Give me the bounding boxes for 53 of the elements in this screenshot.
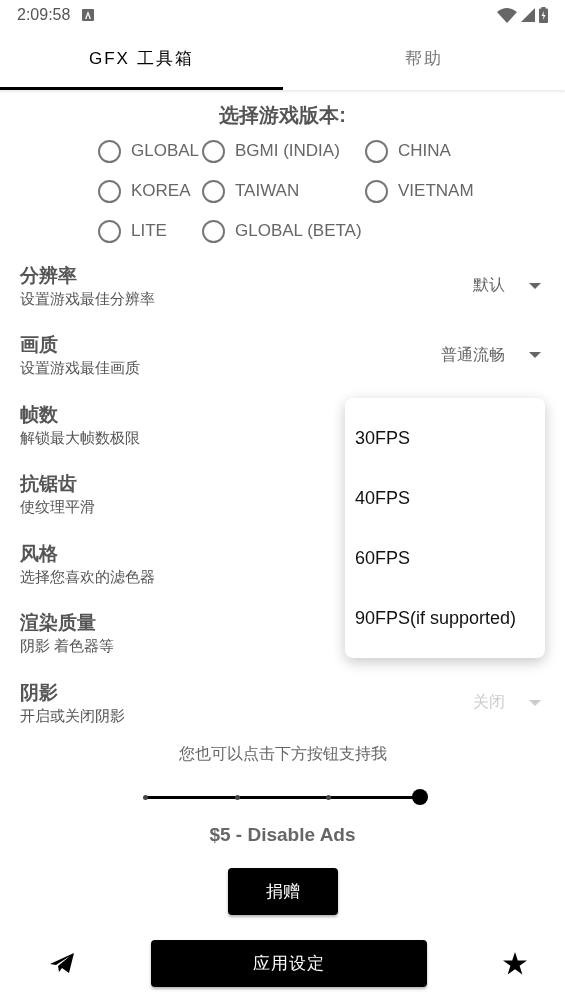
setting-title: 画质 [20, 333, 58, 358]
signal-icon [521, 8, 535, 22]
section-title: 选择游戏版本: [218, 103, 347, 128]
menu-item[interactable]: 90FPS(if supported) [345, 588, 545, 648]
radio-label[interactable]: GLOBAL (BETA) [235, 221, 362, 241]
setting-description: 选择您喜欢的滤色器 [20, 566, 155, 587]
radio-label[interactable]: TAIWAN [235, 181, 300, 201]
radio-label[interactable]: CHINA [398, 141, 451, 161]
star-icon[interactable] [503, 951, 527, 975]
dropdown[interactable]: 普通流畅 [441, 344, 541, 366]
setting-description: 设置游戏最佳画质 [20, 358, 140, 379]
radio-label[interactable]: VIETNAM [398, 181, 474, 201]
radio-button[interactable] [202, 139, 225, 163]
dropdown[interactable]: 默认 [473, 275, 541, 297]
radio-button[interactable] [98, 219, 121, 243]
radio-button[interactable] [202, 179, 225, 203]
setting-title: 抗锯齿 [20, 472, 77, 497]
donate-button[interactable]: 捐赠 [227, 867, 338, 915]
setting-description: 设置游戏最佳分辨率 [20, 288, 155, 309]
menu-item[interactable]: 30FPS [345, 408, 545, 468]
radio-label[interactable]: KOREA [131, 181, 191, 201]
support-text: 您也可以点击下方按钮支持我 [178, 743, 387, 764]
wifi-icon [497, 7, 517, 23]
radio-button[interactable] [202, 219, 225, 243]
tab[interactable]: GFX 工具箱 [0, 30, 283, 90]
caret-icon [529, 352, 541, 359]
radio-button[interactable] [365, 179, 388, 203]
status-time: 2:09:58 [17, 6, 71, 24]
menu-item[interactable]: 60FPS [345, 528, 545, 588]
setting-description: 解锁最大帧数极限 [20, 427, 140, 448]
setting-description: 开启或关闭阴影 [20, 705, 125, 726]
battery-icon [539, 7, 548, 23]
tab[interactable]: 帮助 [282, 30, 565, 90]
radio-button[interactable] [365, 139, 388, 163]
amount-label: $5 - Disable Ads [209, 823, 356, 846]
setting-title: 帧数 [20, 402, 58, 427]
setting-title: 分辨率 [20, 263, 77, 288]
radio-label[interactable]: GLOBAL [131, 141, 200, 161]
radio-label[interactable]: BGMI (INDIA) [235, 141, 340, 161]
notification-icon [82, 9, 95, 21]
caret-icon [529, 699, 541, 706]
menu-item[interactable]: 40FPS [345, 468, 545, 528]
setting-title: 风格 [20, 541, 58, 566]
setting-title: 阴影 [20, 680, 58, 705]
radio-button[interactable] [98, 139, 121, 163]
send-icon[interactable] [50, 953, 74, 973]
setting-description: 使纹理平滑 [20, 497, 95, 518]
setting-title: 渲染质量 [20, 611, 96, 636]
setting-description: 阴影 着色器等 [20, 636, 115, 657]
radio-label[interactable]: LITE [131, 221, 167, 241]
apply-button[interactable]: 应用设定 [150, 939, 427, 987]
caret-icon [529, 282, 541, 289]
radio-button[interactable] [98, 179, 121, 203]
